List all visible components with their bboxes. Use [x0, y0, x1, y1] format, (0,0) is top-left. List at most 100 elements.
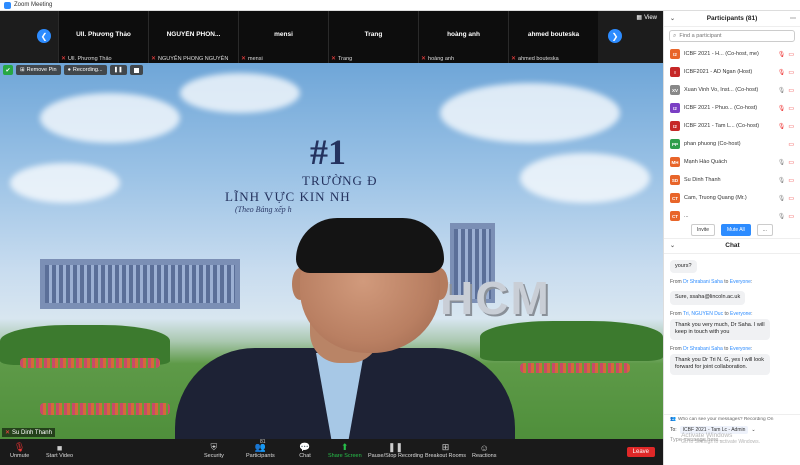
share-screen-button[interactable]: ⬆ Share Screen — [328, 442, 362, 459]
participant-row[interactable]: SD Su Dinh Thanh 🎙 ▭ — [664, 171, 800, 189]
thumbnail-tile[interactable]: Ull. Phương Thảo ✕ Ull. Phương Thảo — [58, 11, 148, 63]
banner-line-2: LĨNH VỰC KIN NH — [225, 189, 351, 204]
participant-search: ⌕ — [669, 30, 795, 42]
flower-bed — [520, 363, 630, 373]
mute-all-button[interactable]: Mute All — [720, 223, 751, 236]
chat-bubble: Thank you Dr Tri N. G, yes I will look f… — [670, 353, 770, 375]
collapse-chevron-icon[interactable]: ⌄ — [670, 242, 675, 249]
thumbnail-tile[interactable]: mensi ✕ mensi — [238, 11, 328, 63]
participant-row[interactable]: I2 ICBF 2021 - Phuo... (Co-host) 🎙 ▭ — [664, 99, 800, 117]
muted-mic-icon: ✕ — [241, 56, 247, 62]
thumbnail-tile[interactable]: ahmed bouteska ✕ ahmed bouteska — [508, 11, 598, 63]
breakout-rooms-icon: ⊞ — [441, 442, 450, 452]
leave-button[interactable]: Leave — [626, 447, 655, 457]
mic-icon: 🎙 — [777, 195, 786, 202]
pin-icon: ⊞ — [20, 67, 25, 73]
cloud — [520, 153, 650, 203]
pause-recording-toolbar-button[interactable]: ❚❚ Pause/Stop Recording — [368, 442, 423, 459]
security-shield-icon: ✔ — [3, 65, 13, 75]
participant-row[interactable]: PP phan phuong (Co-host) ▭ — [664, 135, 800, 153]
chat-icon: 💬 — [299, 442, 311, 452]
participants-count: 81 — [260, 439, 266, 445]
next-page-button[interactable]: ❯ — [608, 29, 622, 43]
invite-button[interactable]: Invite — [691, 223, 715, 236]
participant-row[interactable]: I2 ICBF 2021 - Tam L... (Co-host) 🎙 ▭ — [664, 117, 800, 135]
security-button[interactable]: ⛨ Security — [204, 442, 224, 459]
participant-row[interactable]: CT Cam, Truong Quang (Mr.) 🎙 ▭ — [664, 189, 800, 207]
chat-bubble: yours? — [670, 260, 697, 274]
more-icon[interactable]: ⋯ — [790, 15, 796, 22]
reactions-button[interactable]: ☺ Reactions — [472, 442, 496, 460]
cloud — [10, 163, 120, 203]
stop-recording-button[interactable] — [129, 65, 143, 75]
participant-row[interactable]: MH Mạnh Hào Quách 🎙 ▭ — [664, 153, 800, 171]
participant-search-input[interactable] — [679, 33, 790, 39]
chat-sender: From Tri, NGUYEN Duc to Everyone: — [670, 310, 753, 317]
avatar: I2 — [670, 103, 680, 113]
video-off-icon: ▭ — [788, 87, 794, 94]
pause-recording-button[interactable]: ❚❚ — [109, 65, 127, 75]
unmute-button[interactable]: 🎙 Unmute — [10, 442, 29, 459]
prev-page-button[interactable]: ❮ — [37, 29, 51, 43]
participant-row[interactable]: I ICBF2021 - AD Ngan (Host) 🎙 ▭ — [664, 63, 800, 81]
video-off-icon: ■ — [56, 442, 63, 453]
mic-icon: 🎙 — [777, 177, 786, 184]
speaker-name-label: ✕ Su Dinh Thanh — [2, 428, 55, 437]
start-video-button[interactable]: ■ Start Video — [46, 442, 73, 460]
side-panel: ⌄ Participants (81) ⋯ ⌕ I2 ICBF 2021 - H… — [663, 11, 800, 465]
participant-row[interactable]: CT ... 🎙 ▭ — [664, 207, 800, 221]
participant-row[interactable]: XV Xuan Vinh Vo, Inst... (Co-host) 🎙 ▭ — [664, 81, 800, 99]
video-off-icon: ▭ — [788, 51, 794, 58]
thumbnail-label: ✕ NGUYỄN PHONG NGUYÊN — [151, 55, 229, 63]
participants-header: ⌄ Participants (81) ⋯ — [664, 11, 800, 27]
view-button[interactable]: ▦ View — [636, 14, 657, 22]
chat-messages: yours? From Dr Shrabani Saha to Everyone… — [664, 254, 800, 414]
video-off-icon: ▭ — [788, 105, 794, 112]
thumbnail-tile[interactable]: NGUYỄN PHON... ✕ NGUYỄN PHONG NGUYÊN — [148, 11, 238, 63]
participant-actions: Invite Mute All ... — [664, 221, 800, 239]
avatar: MH — [670, 157, 680, 167]
participant-row[interactable]: I2 ICBF 2021 - H... (Co-host, me) 🎙 ▭ — [664, 45, 800, 63]
chat-message: yours? — [670, 254, 795, 274]
thumbnail-name: Ull. Phương Thảo — [76, 31, 131, 38]
remove-pin-button[interactable]: ⊞ Remove Pin — [16, 65, 61, 75]
cloud — [180, 73, 300, 113]
breakout-rooms-button[interactable]: ⊞ Breakout Rooms — [425, 442, 466, 459]
avatar: PP — [670, 139, 680, 149]
chat-button[interactable]: 💬 Chat — [299, 442, 311, 459]
thumbnail-strip: ❮ Ull. Phương Thảo ✕ Ull. Phương Thảo NGU… — [0, 11, 663, 63]
flower-bed — [40, 403, 170, 415]
pause-stop-icon: ❚❚ — [387, 442, 404, 452]
video-off-icon: ▭ — [788, 123, 794, 130]
visibility-notice[interactable]: 👥 Who can see your messages? Recording On — [670, 417, 795, 422]
muted-mic-icon: 🎙 — [777, 69, 786, 76]
chat-bubble: Sure, ssaha@lincoln.ac.uk — [670, 291, 746, 305]
cloud — [40, 93, 180, 143]
avatar: CT — [670, 193, 680, 203]
chat-message: From Dr Shrabani Saha to Everyone: Thank… — [670, 346, 795, 375]
muted-mic-icon: ✕ — [151, 56, 157, 62]
more-options-button[interactable]: ... — [756, 223, 773, 236]
thumbnail-name: ahmed bouteska — [527, 31, 580, 38]
shield-icon: ⛨ — [210, 442, 218, 452]
muted-mic-icon: ✕ — [331, 56, 337, 62]
muted-mic-icon: 🎙 — [777, 105, 786, 112]
thumbnail-tile[interactable]: hoàng anh ✕ hoàng anh — [418, 11, 508, 63]
muted-mic-icon: ✕ — [511, 56, 517, 62]
people-icon: 👥 — [670, 417, 676, 422]
window-title: Zoom Meeting — [14, 2, 53, 8]
thumbnail-name: NGUYỄN PHON... — [166, 31, 221, 38]
video-off-icon: ▭ — [788, 195, 794, 202]
participants-button[interactable]: 👥 81 Participants — [246, 439, 275, 459]
hedge — [480, 321, 663, 361]
meeting-toolbar: 🎙 Unmute ■ Start Video ⛨ Security 👥 81 P… — [0, 439, 663, 465]
collapse-chevron-icon[interactable]: ⌄ — [670, 15, 675, 22]
avatar: I — [670, 67, 680, 77]
grid-icon: ▦ — [636, 15, 643, 21]
mic-icon: 🎙 — [777, 213, 786, 220]
thumbnail-tile[interactable]: Trang ✕ Trang — [328, 11, 418, 63]
active-speaker-video: #1 TRƯỜNG Đ LĨNH VỰC KIN NH (Theo Bảng x… — [0, 63, 663, 439]
muted-mic-icon: ✕ — [421, 56, 427, 62]
muted-mic-icon: ✕ — [5, 430, 11, 436]
pause-icon: ❚❚ — [113, 67, 123, 73]
